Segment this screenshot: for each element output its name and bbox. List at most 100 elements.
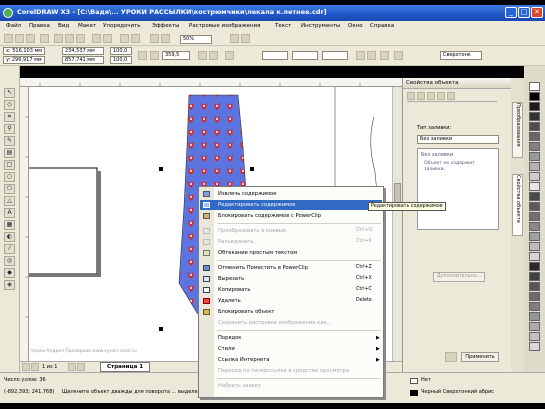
color-swatch[interactable] bbox=[529, 302, 540, 311]
mirror-vertical-icon[interactable] bbox=[209, 51, 218, 60]
menu-item-cut[interactable]: Вырезать Ctrl+X bbox=[200, 274, 382, 284]
undo-toolbar-icon[interactable] bbox=[92, 34, 101, 43]
color-swatch[interactable] bbox=[529, 192, 540, 201]
menu-item-wrap-text[interactable]: Обтекание простым текстом bbox=[200, 248, 382, 258]
color-swatch[interactable] bbox=[529, 232, 540, 241]
object-properties-tab[interactable]: Свойства объекта bbox=[512, 174, 523, 236]
zoom-level-field[interactable]: 50% bbox=[180, 35, 212, 44]
menu-item-edit-contents[interactable]: Редактировать содержимое bbox=[200, 200, 382, 210]
close-button[interactable]: ✕ bbox=[531, 7, 543, 18]
color-swatch[interactable] bbox=[529, 152, 540, 161]
table-tool-icon[interactable]: ▦ bbox=[4, 220, 15, 230]
menu-file[interactable]: Файл bbox=[6, 23, 21, 29]
crop-tool-icon[interactable]: ⌗ bbox=[4, 112, 15, 122]
vertical-ruler[interactable] bbox=[20, 87, 29, 361]
fill-tool-icon[interactable]: ◆ bbox=[4, 268, 15, 278]
color-swatch[interactable] bbox=[529, 202, 540, 211]
line-end-selector[interactable] bbox=[322, 51, 348, 60]
menu-item-lock-object[interactable]: Блокировать объект bbox=[200, 307, 382, 317]
menu-item-styles[interactable]: Стили ▶ bbox=[200, 344, 382, 354]
color-swatch[interactable] bbox=[529, 322, 540, 331]
to-back-icon[interactable] bbox=[367, 51, 376, 60]
app-launcher-icon[interactable] bbox=[150, 34, 159, 43]
cut-toolbar-icon[interactable] bbox=[54, 34, 63, 43]
mirror-horizontal-icon[interactable] bbox=[198, 51, 207, 60]
color-swatch[interactable] bbox=[529, 182, 540, 191]
rectangle-tool-icon[interactable]: □ bbox=[4, 160, 15, 170]
menu-view[interactable]: Вид bbox=[58, 23, 69, 29]
menu-tools[interactable]: Инструменты bbox=[301, 23, 340, 29]
menu-item-extract-contents[interactable]: Извлечь содержимое bbox=[200, 189, 382, 199]
menu-effects[interactable]: Эффекты bbox=[152, 23, 180, 29]
internet-tab-icon[interactable] bbox=[437, 92, 445, 100]
apply-button[interactable]: Применить bbox=[461, 352, 499, 362]
color-swatch[interactable] bbox=[529, 122, 540, 131]
interactive-blend-tool-icon[interactable]: ◐ bbox=[4, 232, 15, 242]
general-tab-icon[interactable] bbox=[427, 92, 435, 100]
wrap-text-toolbar-icon[interactable] bbox=[225, 51, 234, 60]
selection-handle[interactable] bbox=[159, 167, 163, 171]
menu-item-undo-powerclip[interactable]: Отменить Поместить в PowerClip Ctrl+Z bbox=[200, 263, 382, 273]
color-swatch[interactable] bbox=[529, 82, 540, 91]
next-page-icon[interactable] bbox=[68, 363, 76, 371]
y-position-field[interactable]: y: 296,917 мм bbox=[3, 56, 45, 64]
color-swatch[interactable] bbox=[529, 272, 540, 281]
outline-pen-icon[interactable] bbox=[394, 51, 403, 60]
freehand-tool-icon[interactable]: ✎ bbox=[4, 136, 15, 146]
menu-item-copy[interactable]: Копировать Ctrl+C bbox=[200, 285, 382, 295]
corel-online-icon[interactable] bbox=[161, 34, 170, 43]
export-icon[interactable] bbox=[131, 34, 140, 43]
last-page-icon[interactable] bbox=[77, 363, 85, 371]
menu-help[interactable]: Справка bbox=[370, 23, 394, 29]
outline-tool-icon[interactable]: ◎ bbox=[4, 256, 15, 266]
new-file-icon[interactable] bbox=[4, 34, 13, 43]
vertical-scrollbar[interactable] bbox=[392, 87, 402, 361]
outline-width-field[interactable]: Сверхтонк bbox=[440, 51, 482, 60]
menu-edit[interactable]: Правка bbox=[29, 23, 50, 29]
height-field[interactable]: 857,741 мм bbox=[62, 56, 104, 64]
menu-window[interactable]: Окно bbox=[348, 23, 363, 29]
color-swatch[interactable] bbox=[529, 312, 540, 321]
advanced-button[interactable]: Дополнительно... bbox=[433, 272, 485, 282]
paste-toolbar-icon[interactable] bbox=[76, 34, 85, 43]
text-tool-icon[interactable]: A bbox=[4, 208, 15, 218]
minimize-button[interactable]: _ bbox=[505, 7, 517, 18]
menu-item-delete[interactable]: Удалить Delete bbox=[200, 296, 382, 306]
basic-shapes-tool-icon[interactable]: △ bbox=[4, 196, 15, 206]
summary-tab-icon[interactable] bbox=[447, 92, 455, 100]
outline-tab-icon[interactable] bbox=[417, 92, 425, 100]
redo-toolbar-icon[interactable] bbox=[103, 34, 112, 43]
color-swatch[interactable] bbox=[529, 292, 540, 301]
color-swatch[interactable] bbox=[529, 332, 540, 341]
selection-handle[interactable] bbox=[159, 327, 163, 331]
menu-bitmaps[interactable]: Растровые изображения bbox=[189, 23, 260, 29]
lock-docker-icon[interactable] bbox=[445, 352, 457, 362]
convert-to-curves-toolbar-icon[interactable] bbox=[380, 51, 389, 60]
color-swatch[interactable] bbox=[529, 222, 540, 231]
color-swatch[interactable] bbox=[529, 242, 540, 251]
smart-fill-tool-icon[interactable]: ▤ bbox=[4, 148, 15, 158]
import-icon[interactable] bbox=[120, 34, 129, 43]
width-field[interactable]: 234,537 мм bbox=[62, 47, 104, 55]
horizontal-ruler[interactable] bbox=[20, 78, 402, 87]
options-icon[interactable] bbox=[241, 34, 250, 43]
color-swatch[interactable] bbox=[529, 142, 540, 151]
eyedropper-tool-icon[interactable]: ⁄ bbox=[4, 244, 15, 254]
color-swatch[interactable] bbox=[529, 252, 540, 261]
polygon-tool-icon[interactable]: ⬠ bbox=[4, 184, 15, 194]
lock-ratio-icon[interactable] bbox=[138, 51, 147, 60]
line-start-selector[interactable] bbox=[262, 51, 288, 60]
page-tab[interactable]: Страница 1 bbox=[100, 362, 151, 372]
zoom-tool-icon[interactable]: ⚲ bbox=[4, 124, 15, 134]
color-swatch[interactable] bbox=[529, 262, 540, 271]
menu-item-save-bitmap[interactable]: Сохранить растровое изображение как... bbox=[200, 318, 382, 328]
save-icon[interactable] bbox=[26, 34, 35, 43]
snap-to-icon[interactable] bbox=[230, 34, 239, 43]
menu-item-lock-contents[interactable]: Блокировать содержимое с PowerClip bbox=[200, 211, 382, 221]
fill-tab-icon[interactable] bbox=[407, 92, 415, 100]
line-style-selector[interactable] bbox=[292, 51, 318, 60]
fill-type-select[interactable]: Без заливки bbox=[417, 135, 499, 144]
transformations-tab[interactable]: Преобразования bbox=[512, 102, 523, 158]
color-swatch[interactable] bbox=[529, 342, 540, 351]
menu-item-break-apart[interactable]: Разъединить Ctrl+K bbox=[200, 237, 382, 247]
